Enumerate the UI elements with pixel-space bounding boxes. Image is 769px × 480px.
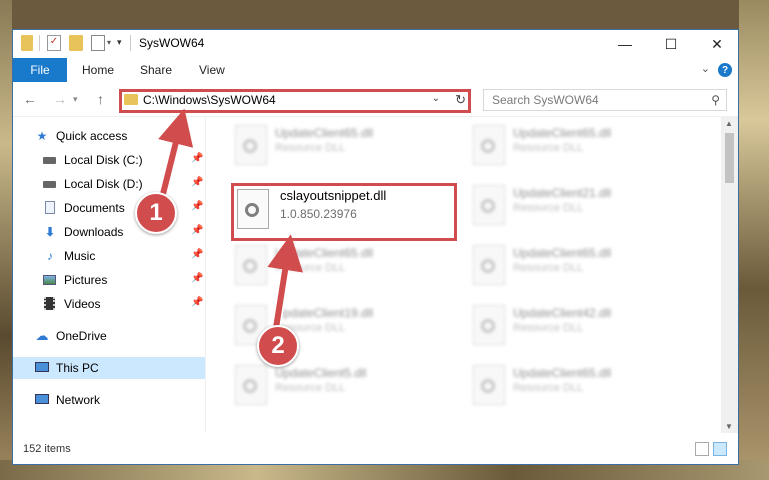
arrow-1 — [158, 108, 194, 201]
callout-badge-1: 1 — [135, 192, 177, 234]
annotation-arrows — [157, 108, 303, 333]
callout-badge-2: 2 — [257, 325, 299, 367]
